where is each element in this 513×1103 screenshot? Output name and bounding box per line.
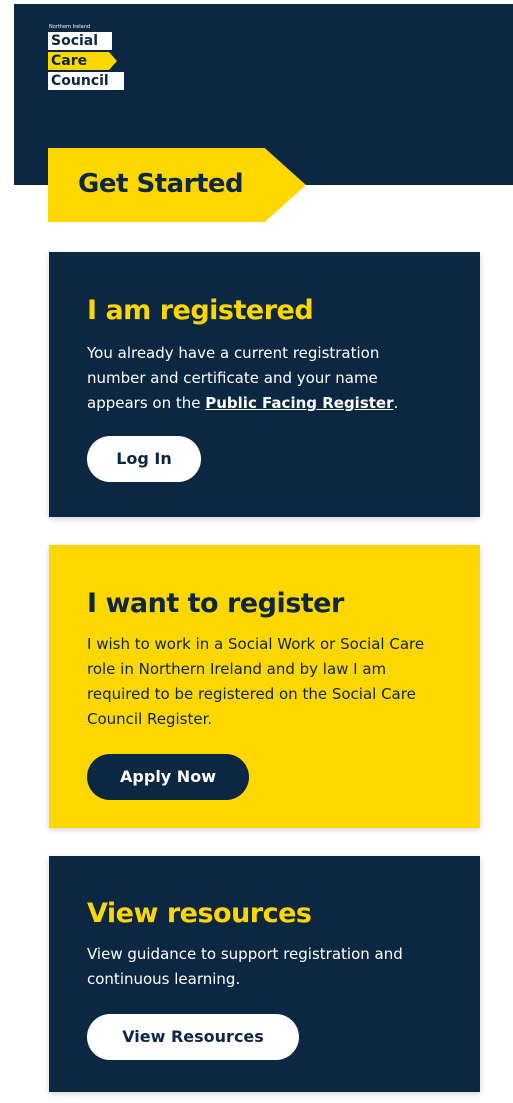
register-card-title: I want to register (87, 588, 344, 619)
view-resources-button[interactable]: View Resources (87, 1014, 299, 1060)
logo-word-council: Council (48, 72, 124, 90)
logo-word-care: Care (48, 52, 117, 70)
log-in-button[interactable]: Log In (87, 436, 201, 482)
get-started-banner: Get Started (48, 148, 306, 222)
logo-word-social: Social (48, 32, 112, 50)
page-title: Get Started (78, 169, 244, 199)
public-facing-register-link[interactable]: Public Facing Register (205, 394, 393, 412)
register-card: I want to register I wish to work in a S… (49, 545, 480, 828)
resources-card-title: View resources (87, 898, 312, 929)
registered-card-text-end: . (393, 394, 399, 412)
social-care-council-logo[interactable]: Northern Ireland Social Care Council (48, 24, 138, 90)
resources-card-text: View guidance to support registration an… (87, 945, 403, 988)
apply-now-button[interactable]: Apply Now (87, 754, 249, 800)
logo-tagline: Northern Ireland (49, 24, 91, 30)
registered-card: I am registered You already have a curre… (49, 252, 480, 517)
registered-card-title: I am registered (87, 295, 314, 326)
registered-card-text: You already have a current registration … (87, 341, 437, 416)
register-card-text: I wish to work in a Social Work or Socia… (87, 635, 425, 728)
resources-card: View resources View guidance to support … (49, 856, 480, 1092)
